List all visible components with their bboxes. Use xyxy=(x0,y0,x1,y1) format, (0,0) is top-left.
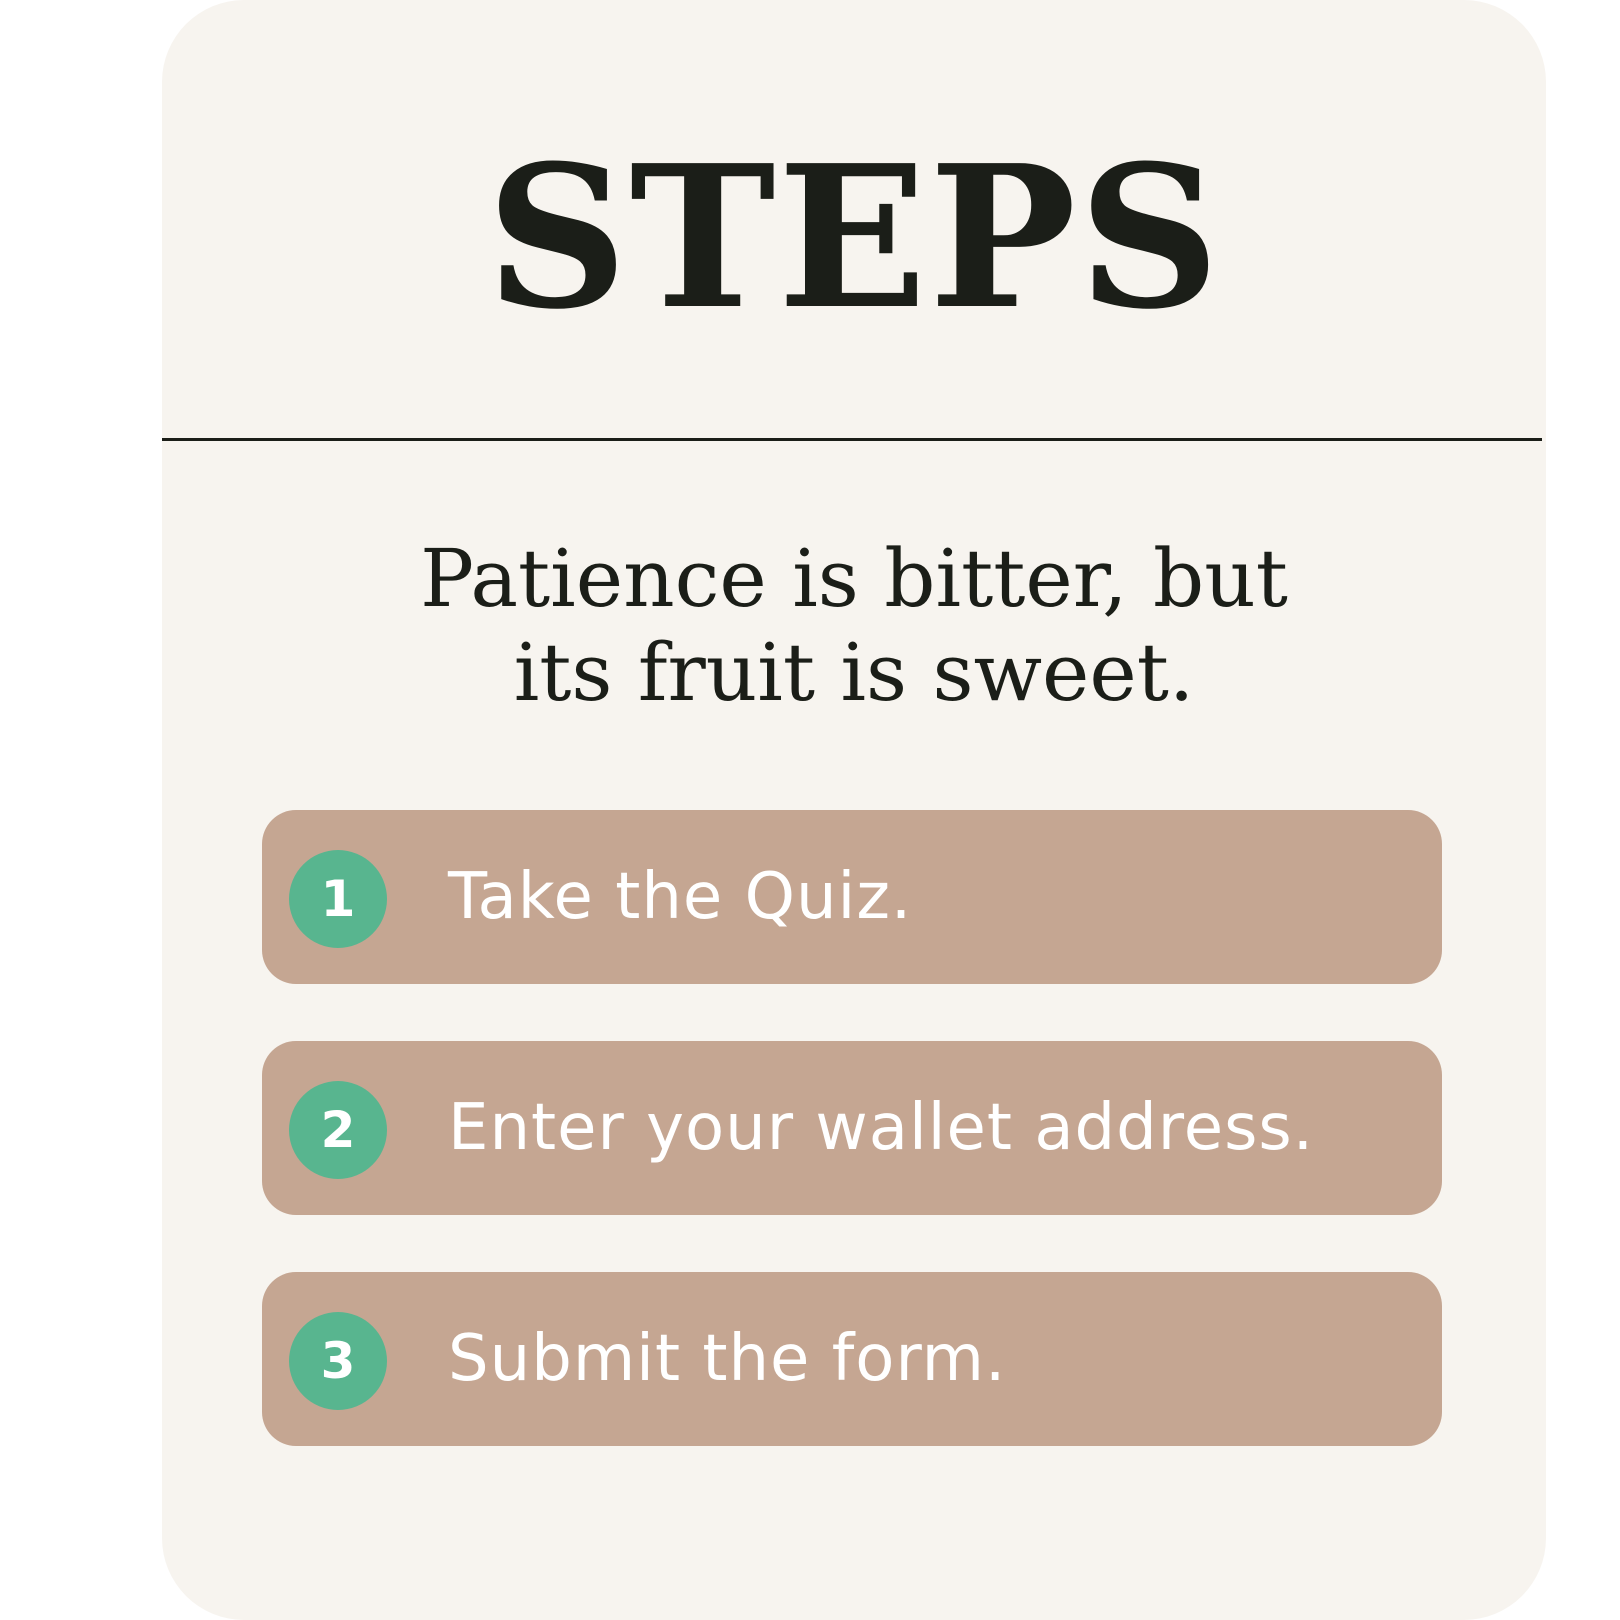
step-label: Enter your wallet address. xyxy=(448,1091,1315,1165)
step-label: Submit the form. xyxy=(448,1322,1007,1396)
step-label: Take the Quiz. xyxy=(448,860,913,934)
quote-line-2: its fruit is sweet. xyxy=(513,626,1195,719)
step-item-enter-wallet[interactable]: 2 Enter your wallet address. xyxy=(262,1041,1442,1215)
step-number-badge: 2 xyxy=(289,1081,387,1179)
quote-line-1: Patience is bitter, but xyxy=(420,532,1288,625)
page-title: STEPS xyxy=(486,123,1222,353)
step-item-submit-form[interactable]: 3 Submit the form. xyxy=(262,1272,1442,1446)
step-number-badge: 3 xyxy=(289,1312,387,1410)
quote: Patience is bitter, but its fruit is swe… xyxy=(162,532,1546,720)
step-number-badge: 1 xyxy=(289,850,387,948)
step-item-take-quiz[interactable]: 1 Take the Quiz. xyxy=(262,810,1442,984)
steps-card: STEPS Patience is bitter, but its fruit … xyxy=(162,0,1546,1620)
title-divider xyxy=(162,438,1542,441)
